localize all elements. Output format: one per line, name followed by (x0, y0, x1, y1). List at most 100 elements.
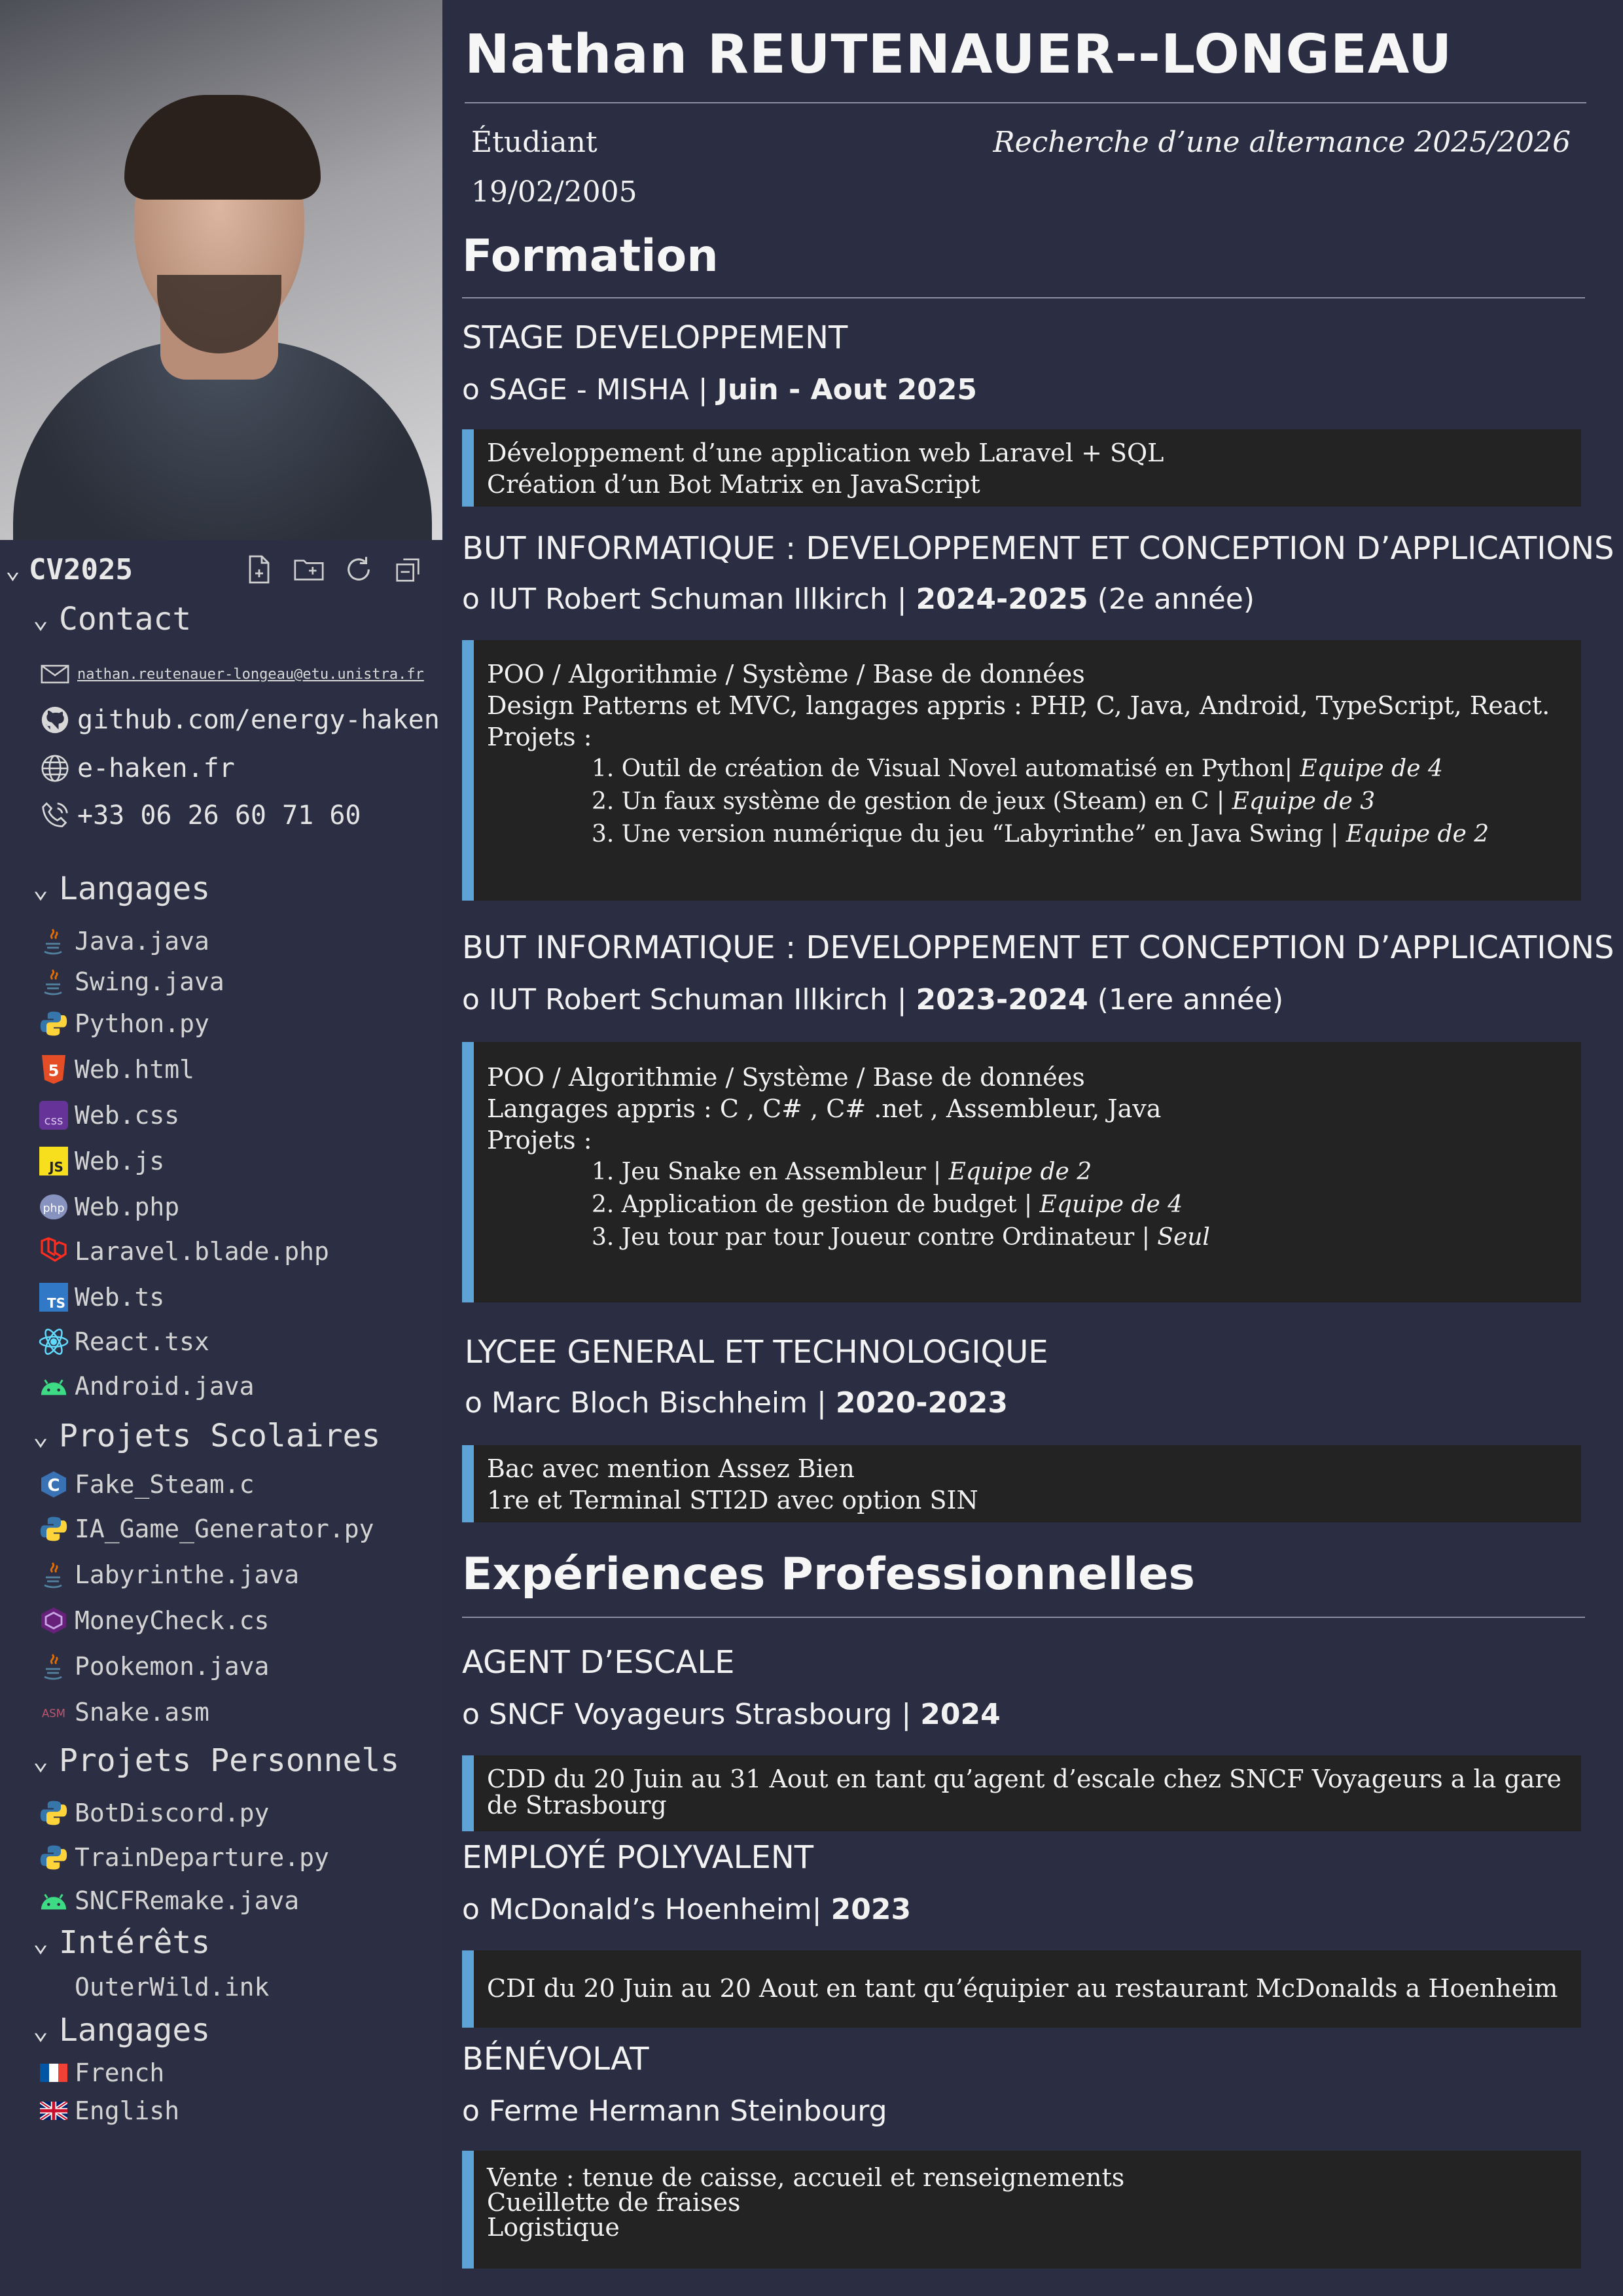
mail-icon (38, 658, 72, 690)
laravel-icon (38, 1236, 69, 1267)
entry-place: o IUT Robert Schuman Illkirch | 2024-202… (462, 583, 1255, 616)
file-traindeparture[interactable]: TrainDeparture.py (38, 1838, 329, 1877)
chevron-down-icon: ⌄ (33, 1928, 49, 1958)
file-sncfremake[interactable]: SNCFRemake.java (38, 1881, 299, 1920)
birthdate: 19/02/2005 (471, 175, 637, 209)
file-python[interactable]: Python.py (38, 1004, 209, 1043)
section-projets-scolaires[interactable]: ⌄ Projets Scolaires (33, 1418, 380, 1454)
entry-details: POO / Algorithmie / Système / Base de do… (462, 640, 1581, 901)
java-icon (38, 1651, 69, 1682)
svg-text:ASM: ASM (42, 1707, 65, 1719)
new-folder-icon[interactable] (291, 551, 327, 588)
java-icon (38, 925, 69, 957)
email-link[interactable]: nathan.reutenauer-longeau@etu.unistra.fr (38, 655, 424, 694)
section-interets[interactable]: ⌄ Intérêts (33, 1924, 210, 1961)
file-outerwild[interactable]: OuterWild.ink (38, 1967, 269, 2007)
svg-text:css: css (45, 1114, 63, 1128)
file-css[interactable]: css Web.css (38, 1096, 179, 1135)
website-link[interactable]: e-haken.fr (38, 749, 235, 788)
entry-title: AGENT D’ESCALE (462, 1644, 735, 1681)
france-flag-icon (38, 2057, 69, 2089)
divider (462, 297, 1585, 298)
entry-place: o McDonald’s Hoenheim| 2023 (462, 1893, 912, 1926)
file-php[interactable]: php Web.php (38, 1187, 179, 1227)
uk-flag-icon (38, 2095, 69, 2126)
github-icon (38, 704, 72, 736)
java-icon (38, 966, 69, 997)
file-botdiscord[interactable]: BotDiscord.py (38, 1793, 269, 1833)
entry-details: Vente : tenue de caisse, accueil et rens… (462, 2151, 1581, 2269)
entry-title: BÉNÉVOLAT (462, 2041, 649, 2077)
file-swing[interactable]: Swing.java (38, 962, 224, 1001)
sidebar: ⌄ CV2025 ⌄ Contact nathan.reutenauer-lon… (0, 0, 442, 2296)
python-icon (38, 1797, 69, 1829)
phone-link[interactable]: +33 06 26 60 71 60 (38, 796, 361, 835)
assembly-icon: ASM (38, 1696, 69, 1728)
file-html[interactable]: 5 Web.html (38, 1050, 194, 1089)
entry-title: STAGE DEVELOPPEMENT (462, 319, 848, 356)
section-langues[interactable]: ⌄ Langages (33, 2012, 210, 2049)
github-link[interactable]: github.com/energy-haken (38, 700, 440, 740)
entry-place: o IUT Robert Schuman Illkirch | 2023-202… (462, 983, 1284, 1016)
status: Étudiant (471, 126, 597, 159)
full-name: Nathan REUTENAUER--LONGEAU (465, 24, 1453, 86)
file-ia-game-generator[interactable]: IA_Game_Generator.py (38, 1509, 374, 1549)
svg-text:C: C (47, 1476, 60, 1496)
file-ts[interactable]: TS Web.ts (38, 1278, 164, 1317)
file-android[interactable]: Android.java (38, 1367, 255, 1406)
svg-text:TS: TS (47, 1295, 65, 1311)
profile-photo (0, 0, 442, 540)
file-java[interactable]: Java.java (38, 922, 209, 961)
entry-title: BUT INFORMATIQUE : DEVELOPPEMENT ET CONC… (462, 929, 1614, 966)
chevron-down-icon: ⌄ (33, 1421, 49, 1451)
entry-place: o SAGE - MISHA | Juin - Aout 2025 (462, 373, 978, 406)
python-icon (38, 1842, 69, 1873)
entry-place: o Marc Bloch Bischheim | 2020-2023 (465, 1386, 1008, 1420)
file-react[interactable]: React.tsx (38, 1322, 209, 1361)
chevron-down-icon: ⌄ (5, 555, 20, 584)
file-pookemon[interactable]: Pookemon.java (38, 1647, 269, 1686)
divider (462, 1617, 1585, 1618)
android-icon (38, 1885, 69, 1916)
svg-text:JS: JS (48, 1159, 63, 1175)
section-title-experiences: Expériences Professionnelles (462, 1549, 1195, 1600)
entry-details: Bac avec mention Assez Bien 1re et Termi… (462, 1445, 1581, 1522)
phone-icon (38, 800, 72, 831)
entry-details: POO / Algorithmie / Système / Base de do… (462, 1042, 1581, 1302)
file-snake[interactable]: ASM Snake.asm (38, 1693, 209, 1732)
java-icon (38, 1559, 69, 1590)
entry-title: BUT INFORMATIQUE : DEVELOPPEMENT ET CONC… (462, 530, 1614, 567)
language-english[interactable]: English (38, 2092, 179, 2130)
entry-details: Développement d’une application web Lara… (462, 429, 1581, 507)
refresh-icon[interactable] (340, 551, 377, 588)
language-french[interactable]: French (38, 2054, 164, 2092)
typescript-icon: TS (38, 1282, 69, 1313)
php-icon: php (38, 1191, 69, 1223)
section-contact[interactable]: ⌄ Contact (33, 601, 191, 637)
new-file-icon[interactable] (241, 551, 277, 588)
file-fake-steam[interactable]: C Fake_Steam.c (38, 1465, 255, 1504)
css-icon: css (38, 1100, 69, 1131)
svg-text:php: php (43, 1202, 65, 1215)
android-icon (38, 1371, 69, 1402)
file-moneycheck[interactable]: MoneyCheck.cs (38, 1601, 269, 1640)
chevron-down-icon: ⌄ (33, 1746, 49, 1776)
section-langages[interactable]: ⌄ Langages (33, 870, 210, 907)
svg-text:5: 5 (48, 1062, 60, 1080)
python-icon (38, 1008, 69, 1039)
explorer-root[interactable]: ⌄ CV2025 (5, 548, 437, 590)
divider (465, 102, 1586, 103)
collapse-all-icon[interactable] (390, 551, 427, 588)
globe-icon (38, 753, 72, 784)
entry-title: LYCEE GENERAL ET TECHNOLOGIQUE (465, 1334, 1048, 1371)
file-laravel[interactable]: Laravel.blade.php (38, 1232, 329, 1271)
section-projets-personnels[interactable]: ⌄ Projets Personnels (33, 1742, 399, 1779)
chevron-down-icon: ⌄ (33, 604, 49, 634)
file-js[interactable]: JS Web.js (38, 1141, 164, 1181)
entry-title: EMPLOYÉ POLYVALENT (462, 1839, 814, 1876)
file-labyrinthe[interactable]: Labyrinthe.java (38, 1555, 299, 1594)
chevron-down-icon: ⌄ (33, 874, 49, 904)
c-icon: C (38, 1469, 69, 1500)
entry-details: CDD du 20 Juin au 31 Aout en tant qu’age… (462, 1755, 1581, 1831)
react-icon (38, 1326, 69, 1357)
